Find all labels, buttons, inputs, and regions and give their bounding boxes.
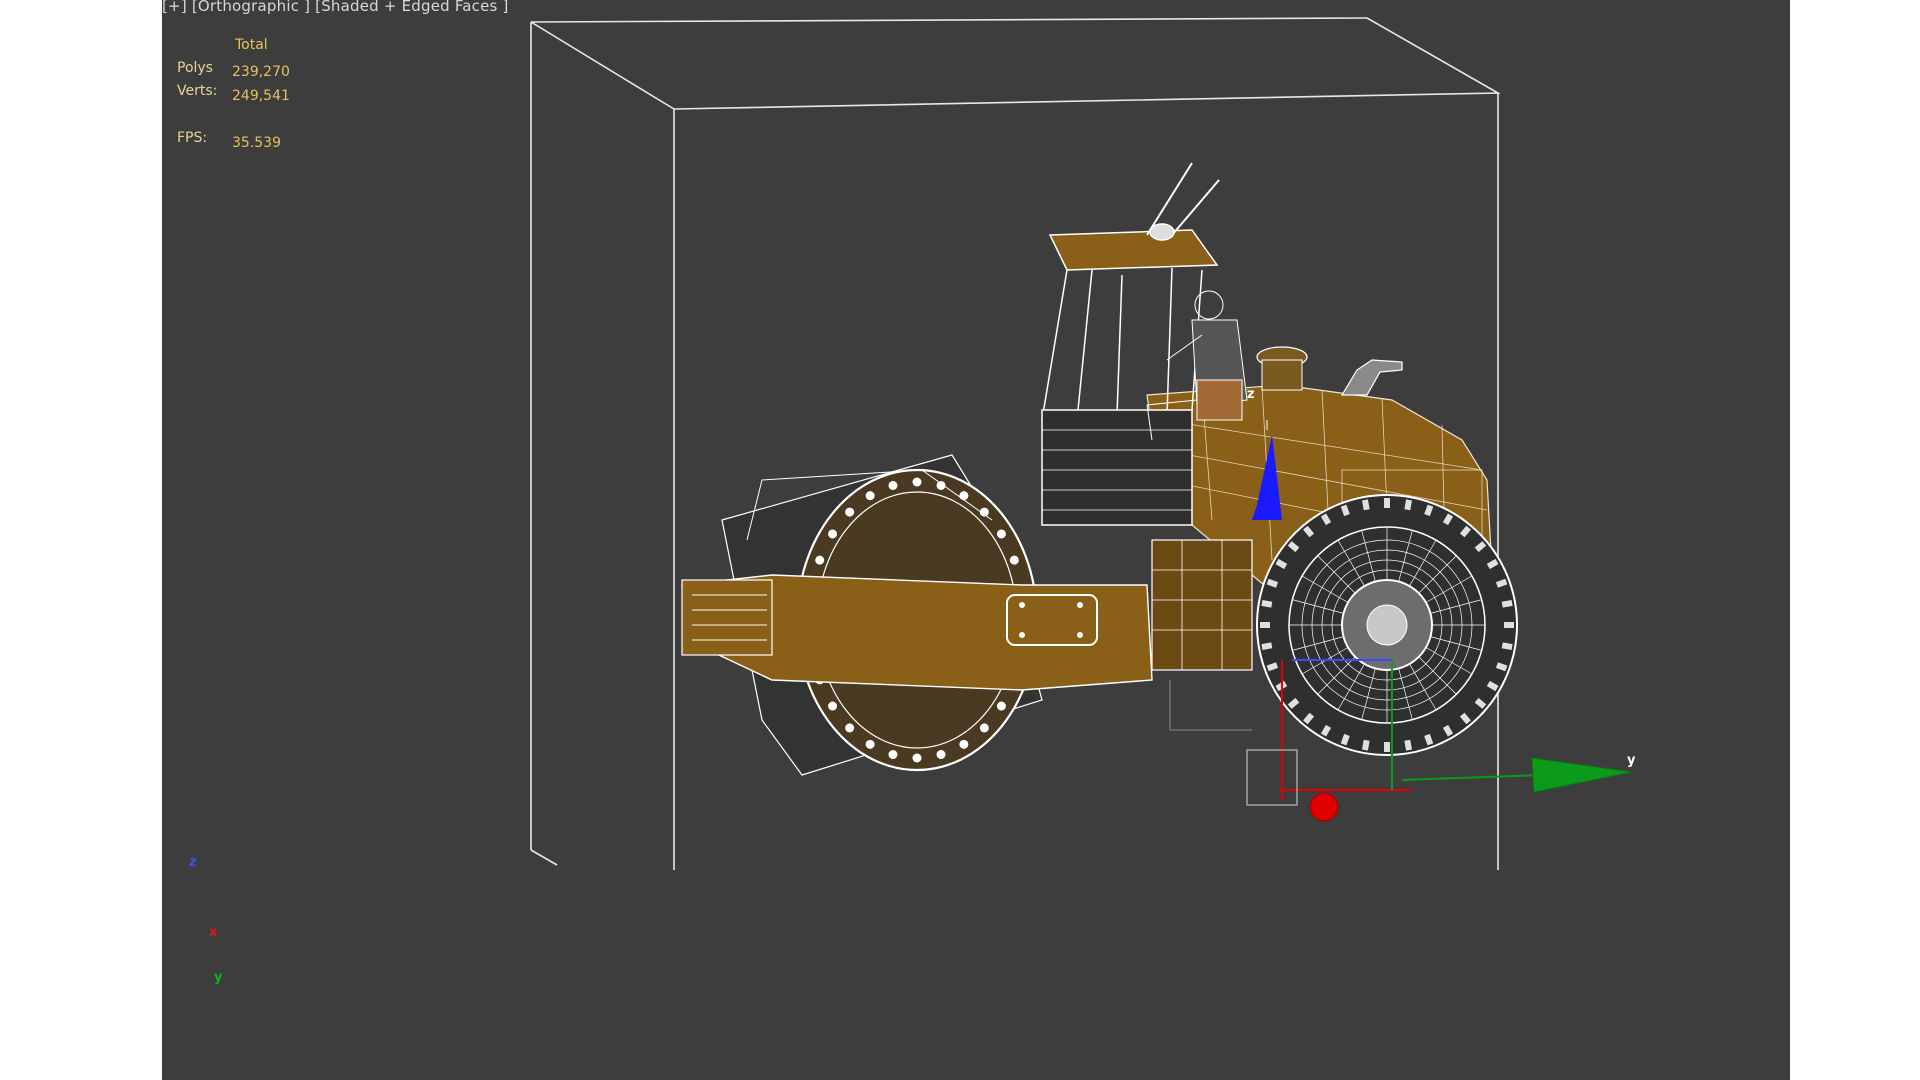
drum-bolt: [1009, 555, 1019, 565]
drum-bolt: [959, 739, 969, 749]
drum-bolt: [845, 723, 855, 733]
drum-bolt: [865, 491, 875, 501]
tripod-y-label: y: [214, 970, 223, 985]
drum-bolt: [888, 750, 898, 760]
drum-bolt: [828, 701, 838, 711]
drum-bolt: [979, 723, 989, 733]
tyre-tread-lug: [1384, 742, 1390, 752]
tripod-x-label: x: [209, 925, 218, 940]
tyre-tread-lug: [1384, 498, 1390, 508]
drum-bolt: [959, 491, 969, 501]
drum-bolt: [888, 480, 898, 490]
tyre-tread-lug: [1260, 622, 1270, 628]
drum-bolt: [996, 529, 1006, 539]
drum-bolt: [865, 739, 875, 749]
drum-bolt: [815, 555, 825, 565]
scene-canvas[interactable]: [162, 0, 1790, 1080]
drum-bolt: [912, 753, 922, 763]
rear-wheel: [1256, 494, 1518, 756]
gizmo-y-label: y: [1627, 753, 1636, 768]
3d-viewport[interactable]: [+] [Orthographic ] [Shaded + Edged Face…: [162, 0, 1790, 1080]
drum-bolt: [828, 529, 838, 539]
operator-cab: [1041, 162, 1220, 526]
drum-bolt: [936, 750, 946, 760]
tripod-z-label: z: [189, 855, 197, 870]
drum-bolt: [912, 477, 922, 487]
drum-bolt: [996, 701, 1006, 711]
gizmo-y-arrow: [1531, 757, 1633, 793]
gizmo-z-label: z: [1247, 387, 1255, 402]
exhaust-pipe: [1340, 359, 1403, 396]
gizmo-x-handle: [1309, 792, 1339, 822]
tyre-tread-lug: [1504, 622, 1514, 628]
articulation-joint: [1151, 539, 1253, 671]
gizmo-y-line: [1401, 774, 1543, 781]
front-bumper: [681, 579, 773, 656]
drum-bolt: [845, 507, 855, 517]
